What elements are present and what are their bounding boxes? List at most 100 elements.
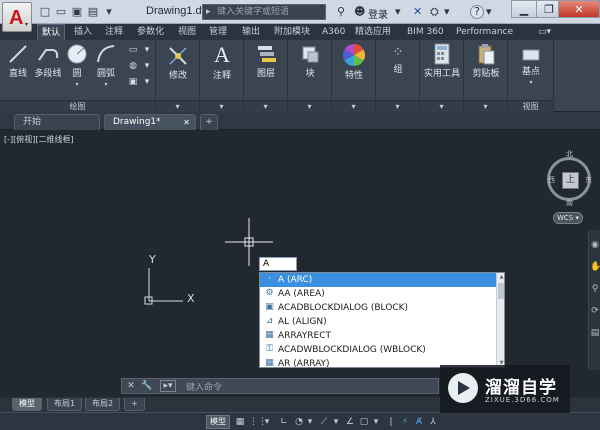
tab-annotate[interactable]: 注释 — [101, 24, 127, 40]
new-file-tab-button[interactable]: + — [200, 114, 218, 130]
utilities-panel-footer[interactable]: ▾ — [420, 100, 463, 112]
arc-button[interactable]: 圆弧 ▾ — [92, 42, 120, 89]
login-dropdown-icon[interactable]: ▾ — [395, 5, 401, 19]
saveas-icon[interactable]: ▤ — [86, 4, 100, 20]
layers-button[interactable]: 图层 — [248, 42, 284, 79]
tab-addins[interactable]: 附加模块 — [270, 24, 314, 40]
tab-insert[interactable]: 插入 — [70, 24, 96, 40]
object-snap-icon[interactable]: ▢ — [358, 415, 370, 429]
add-layout-button[interactable]: + — [124, 398, 145, 411]
autocomplete-item[interactable]: ⚙ AA (AREA) — [260, 287, 496, 301]
ribbon-options-icon[interactable]: ▭▾ — [534, 24, 555, 40]
object-snap-tracking-icon[interactable]: ∠ — [344, 415, 356, 429]
showmotion-icon[interactable]: ▤ — [590, 326, 600, 340]
tab-a360[interactable]: A360 — [318, 24, 349, 40]
compass-east[interactable]: 东 — [585, 175, 592, 185]
block-button[interactable]: 块 — [292, 42, 328, 79]
compass-north[interactable]: 北 — [566, 149, 573, 159]
quick-access-dropdown-icon[interactable]: ▾ — [102, 4, 116, 20]
orbit-icon[interactable]: ⟳ — [590, 304, 600, 318]
polyline-button[interactable]: 多段线 — [32, 42, 64, 79]
tab-performance[interactable]: Performance — [452, 24, 517, 40]
model-space-button[interactable]: 模型 — [206, 415, 230, 429]
utilities-button[interactable]: 实用工具 — [422, 42, 462, 79]
base-point-dropdown-icon[interactable]: ▾ — [529, 79, 532, 86]
properties-panel-footer[interactable]: ▾ — [332, 100, 375, 112]
draw-panel-footer[interactable]: 绘图 ▾ — [0, 100, 155, 122]
pan-icon[interactable]: ✋ — [590, 260, 600, 274]
autocomplete-item[interactable]: ⊿ AL (ALIGN) — [260, 315, 496, 329]
hatch-icon[interactable]: ◍ — [126, 60, 140, 72]
autocomplete-item[interactable]: ▣ ACADBLOCKDIALOG (BLOCK) — [260, 301, 496, 315]
compass-west[interactable]: 西 — [548, 175, 555, 185]
auto-scale-icon[interactable]: ⅄ — [426, 415, 440, 429]
hatch-dropdown-icon[interactable]: ▾ — [140, 60, 154, 72]
a360-icon[interactable]: ⛭ — [430, 5, 439, 19]
open-icon[interactable]: ▭ — [54, 4, 68, 20]
scroll-thumb[interactable] — [498, 283, 504, 299]
properties-button[interactable]: 特性 — [336, 42, 372, 81]
tab-bim360[interactable]: BIM 360 — [403, 24, 448, 40]
close-button[interactable]: ✕ — [558, 0, 600, 18]
help-icon[interactable]: ? — [470, 5, 484, 19]
minimize-button[interactable]: ▁ — [511, 0, 537, 18]
modify-button[interactable]: 修改 — [160, 44, 196, 81]
tab-output[interactable]: 输出 — [238, 24, 264, 40]
dynamic-command-input[interactable]: A — [259, 257, 297, 271]
layout-tab-layout1[interactable]: 布局1 — [47, 398, 83, 411]
group-button[interactable]: ⁘ 组 — [380, 44, 416, 75]
command-input-field[interactable]: 键入命令 — [186, 380, 222, 393]
annotation-visibility-icon[interactable]: Ⱥ — [412, 415, 426, 429]
recent-commands-icon[interactable]: ▸▾ — [160, 380, 176, 392]
snap-icon[interactable]: ⋮⋮ — [249, 415, 267, 429]
annotation-scale-icon[interactable]: ⚡ — [398, 415, 412, 429]
isodraft-icon[interactable]: ⟋ — [318, 415, 330, 429]
tab-close-icon[interactable]: ✕ — [183, 115, 190, 130]
region-icon[interactable]: ▣ — [126, 76, 140, 88]
region-dropdown-icon[interactable]: ▾ — [140, 76, 154, 88]
polar-tracking-icon[interactable]: ◔ — [292, 415, 306, 429]
annotation-panel-footer[interactable]: ▾ — [200, 100, 243, 112]
layout-tab-model[interactable]: 模型 — [12, 398, 42, 411]
view-panel-footer[interactable]: 视图 ▾ ⇲ — [508, 100, 553, 122]
annotation-button[interactable]: A 注释 — [204, 42, 240, 81]
tab-featured-apps[interactable]: 精选应用 — [351, 24, 395, 40]
autocomplete-item[interactable]: · A (ARC) — [260, 273, 496, 287]
grid-icon[interactable]: ▦ — [233, 415, 247, 429]
zoom-icon[interactable]: ⚲ — [590, 282, 600, 296]
save-icon[interactable]: ▣ — [70, 4, 84, 20]
group-panel-footer[interactable]: ▾ — [376, 100, 419, 112]
exchange-icon[interactable]: ✕ — [413, 5, 422, 19]
autocomplete-item[interactable]: ▦ ARRAYRECT — [260, 329, 496, 343]
file-tab-start[interactable]: 开始 — [14, 114, 100, 130]
wcs-menu[interactable]: WCS ▾ — [553, 212, 583, 224]
sign-in-button[interactable]: 登录 — [368, 6, 388, 21]
circle-button[interactable]: 圆 ▾ — [64, 42, 90, 89]
user-icon[interactable]: ☻ — [354, 5, 365, 19]
help-dropdown-icon[interactable]: ▾ — [486, 5, 492, 19]
layout-tab-layout2[interactable]: 布局2 — [85, 398, 121, 411]
snap-dropdown-icon[interactable]: ▾ — [263, 415, 271, 429]
rectangle-dropdown-icon[interactable]: ▾ — [140, 44, 154, 56]
tab-parametric[interactable]: 参数化 — [133, 24, 168, 40]
customize-wrench-icon[interactable]: 🔧 — [140, 379, 154, 393]
rectangle-icon[interactable]: ▭ — [126, 44, 140, 56]
line-button[interactable]: 直线 — [4, 42, 32, 79]
full-navigation-wheel-icon[interactable]: ◉ — [590, 238, 600, 252]
viewcube-top-face[interactable]: 上 — [562, 172, 579, 189]
binoculars-icon[interactable]: ⚲ — [337, 5, 345, 19]
isodraft-dropdown-icon[interactable]: ▾ — [332, 415, 340, 429]
clipboard-panel-footer[interactable]: ▾ — [464, 100, 507, 112]
tab-default[interactable]: 默认 — [37, 24, 66, 40]
file-tab-drawing1[interactable]: Drawing1* ✕ — [104, 114, 196, 130]
scroll-up-icon[interactable]: ▲ — [497, 273, 504, 281]
application-menu-button[interactable]: A ▾ — [2, 2, 32, 32]
circle-dropdown-icon[interactable]: ▾ — [75, 81, 78, 88]
block-panel-footer[interactable]: ▾ — [288, 100, 331, 112]
search-input[interactable]: ▸ 键入关键字或短语 — [202, 4, 326, 20]
close-command-line-icon[interactable]: ✕ — [124, 379, 138, 393]
polar-dropdown-icon[interactable]: ▾ — [306, 415, 314, 429]
compass-south[interactable]: 南 — [566, 198, 573, 208]
autocomplete-item[interactable]: ⚿ ACADWBLOCKDIALOG (WBLOCK) — [260, 343, 496, 357]
tab-view[interactable]: 视图 — [174, 24, 200, 40]
